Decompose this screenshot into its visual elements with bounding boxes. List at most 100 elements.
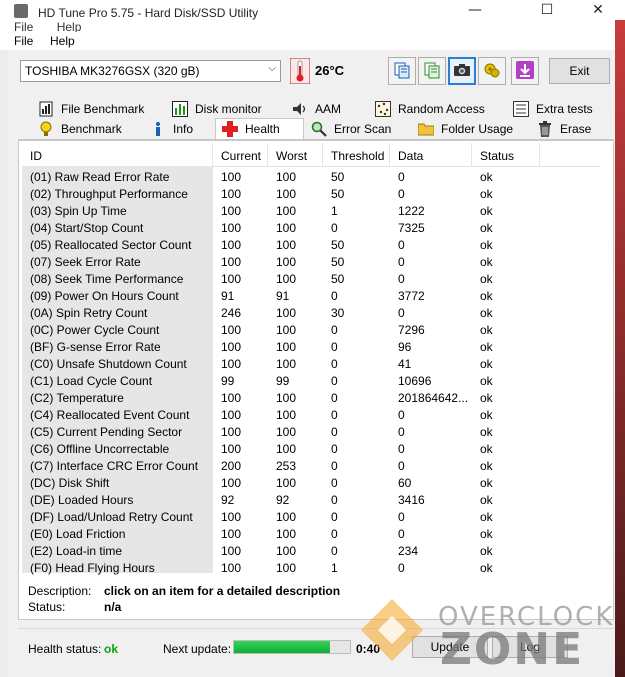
close-button[interactable]: ✕: [575, 2, 621, 20]
cell-status: ok: [480, 442, 493, 456]
tab-info[interactable]: Info: [150, 119, 193, 139]
table-row[interactable]: (03) Spin Up Time 100 100 1 1222 ok: [22, 202, 600, 219]
cell-data: 3772: [398, 289, 425, 303]
table-row[interactable]: (C4) Reallocated Event Count 100 100 0 0 ok: [22, 406, 600, 423]
tab-label: Benchmark: [61, 122, 122, 136]
minimize-button[interactable]: —: [452, 2, 498, 20]
cell-status: ok: [480, 323, 493, 337]
tab-extra-tests[interactable]: Extra tests: [513, 99, 593, 119]
table-row[interactable]: (E2) Load-in time 100 100 0 234 ok: [22, 542, 600, 559]
table-row[interactable]: (07) Seek Error Rate 100 100 50 0 ok: [22, 253, 600, 270]
cell-status: ok: [480, 510, 493, 524]
cell-threshold: 0: [331, 289, 338, 303]
copy-all-button[interactable]: [418, 57, 446, 85]
copy-button[interactable]: [388, 57, 416, 85]
tab-erase[interactable]: Erase: [537, 119, 591, 139]
table-row[interactable]: (DE) Loaded Hours 92 92 0 3416 ok: [22, 491, 600, 508]
tab-label: Erase: [560, 122, 592, 136]
cell-id: (02) Throughput Performance: [30, 187, 188, 201]
description-value: click on an item for a detailed descript…: [104, 584, 341, 598]
tab-random-access[interactable]: Random Access: [375, 99, 485, 119]
cell-status: ok: [480, 459, 493, 473]
cell-data: 0: [398, 561, 405, 575]
table-row[interactable]: (DF) Load/Unload Retry Count 100 100 0 0 ok: [22, 508, 600, 525]
maximize-button[interactable]: ☐: [524, 2, 570, 20]
cell-data: 0: [398, 238, 405, 252]
cell-status: ok: [480, 170, 493, 184]
table-row[interactable]: (0C) Power Cycle Count 100 100 0 7296 ok: [22, 321, 600, 338]
options-button[interactable]: [478, 57, 506, 85]
column-header-current[interactable]: Current: [213, 143, 268, 167]
cell-worst: 100: [276, 357, 297, 371]
column-header-data[interactable]: Data: [390, 143, 472, 167]
cell-id: (07) Seek Error Rate: [30, 255, 141, 269]
tab-benchmark[interactable]: Benchmark: [38, 119, 122, 139]
cell-worst: 100: [276, 476, 297, 490]
smart-table[interactable]: ID Current Worst Threshold Data Status (…: [22, 143, 600, 575]
tab-folder-usage[interactable]: Folder Usage: [418, 119, 513, 139]
table-row[interactable]: (C0) Unsafe Shutdown Count 100 100 0 41 ok: [22, 355, 600, 372]
cell-threshold: 0: [331, 476, 338, 490]
menu-file[interactable]: File: [14, 34, 33, 48]
menu-help[interactable]: Help: [50, 34, 75, 48]
cell-current: 100: [221, 204, 242, 218]
tab-health[interactable]: Health: [222, 119, 280, 139]
tab-file-benchmark[interactable]: File Benchmark: [38, 99, 144, 119]
table-row[interactable]: (DC) Disk Shift 100 100 0 60 ok: [22, 474, 600, 491]
cell-threshold: 0: [331, 357, 338, 371]
cell-current: 100: [221, 476, 242, 490]
cell-threshold: 30: [331, 306, 345, 320]
column-header-status[interactable]: Status: [472, 143, 540, 167]
table-row[interactable]: (BF) G-sense Error Rate 100 100 0 96 ok: [22, 338, 600, 355]
tab-error-scan[interactable]: Error Scan: [311, 119, 391, 139]
table-row[interactable]: (08) Seek Time Performance 100 100 50 0 ok: [22, 270, 600, 287]
column-header-worst[interactable]: Worst: [268, 143, 323, 167]
table-row[interactable]: (C5) Current Pending Sector 100 100 0 0 ok: [22, 423, 600, 440]
status-value: n/a: [104, 600, 122, 614]
column-header-threshold[interactable]: Threshold: [323, 143, 390, 167]
cell-id: (09) Power On Hours Count: [30, 289, 179, 303]
drive-select[interactable]: TOSHIBA MK3276GSX (320 gB) ⌵: [20, 60, 281, 82]
bottom-divider: [18, 628, 614, 629]
tab-aam[interactable]: AAM: [292, 99, 341, 119]
table-row[interactable]: (09) Power On Hours Count 91 91 0 3772 ok: [22, 287, 600, 304]
cell-threshold: 0: [331, 442, 338, 456]
health-cross-icon: [222, 121, 238, 137]
exit-button[interactable]: Exit: [549, 58, 610, 84]
cell-data: 0: [398, 170, 405, 184]
cell-threshold: 0: [331, 408, 338, 422]
cell-threshold: 50: [331, 255, 345, 269]
table-row[interactable]: (C2) Temperature 100 100 0 201864642... ok: [22, 389, 600, 406]
table-row[interactable]: (05) Reallocated Sector Count 100 100 50 0 ok: [22, 236, 600, 253]
table-row[interactable]: (C1) Load Cycle Count 99 99 0 10696 ok: [22, 372, 600, 389]
log-button[interactable]: Log: [492, 636, 568, 658]
cell-data: 0: [398, 408, 405, 422]
table-row[interactable]: (C6) Offline Uncorrectable 100 100 0 0 ok: [22, 440, 600, 457]
tab-disk-monitor[interactable]: Disk monitor: [172, 99, 262, 119]
table-row[interactable]: (F0) Head Flying Hours 100 100 1 0 ok: [22, 559, 600, 576]
table-row[interactable]: (C7) Interface CRC Error Count 200 253 0 0 ok: [22, 457, 600, 474]
screenshot-button[interactable]: [448, 57, 476, 85]
cell-data: 0: [398, 527, 405, 541]
cell-data: 0: [398, 306, 405, 320]
cell-status: ok: [480, 238, 493, 252]
cell-worst: 100: [276, 527, 297, 541]
cell-threshold: 50: [331, 272, 345, 286]
save-button[interactable]: [511, 57, 539, 85]
cell-threshold: 50: [331, 238, 345, 252]
table-row[interactable]: (04) Start/Stop Count 100 100 0 7325 ok: [22, 219, 600, 236]
cell-data: 60: [398, 476, 412, 490]
cell-threshold: 0: [331, 221, 338, 235]
table-row[interactable]: (E0) Load Friction 100 100 0 0 ok: [22, 525, 600, 542]
table-row[interactable]: (0A) Spin Retry Count 246 100 30 0 ok: [22, 304, 600, 321]
update-button[interactable]: Update: [412, 636, 488, 658]
cell-current: 100: [221, 442, 242, 456]
cell-worst: 100: [276, 187, 297, 201]
cell-worst: 100: [276, 510, 297, 524]
table-row[interactable]: (02) Throughput Performance 100 100 50 0 ok: [22, 185, 600, 202]
column-header-id[interactable]: ID: [22, 143, 213, 167]
title-bar: HD Tune Pro 5.75 - Hard Disk/SSD Utility…: [0, 0, 625, 20]
table-row[interactable]: (01) Raw Read Error Rate 100 100 50 0 ok: [22, 168, 600, 185]
temperature-value: 26°C: [315, 63, 345, 78]
cell-status: ok: [480, 187, 493, 201]
